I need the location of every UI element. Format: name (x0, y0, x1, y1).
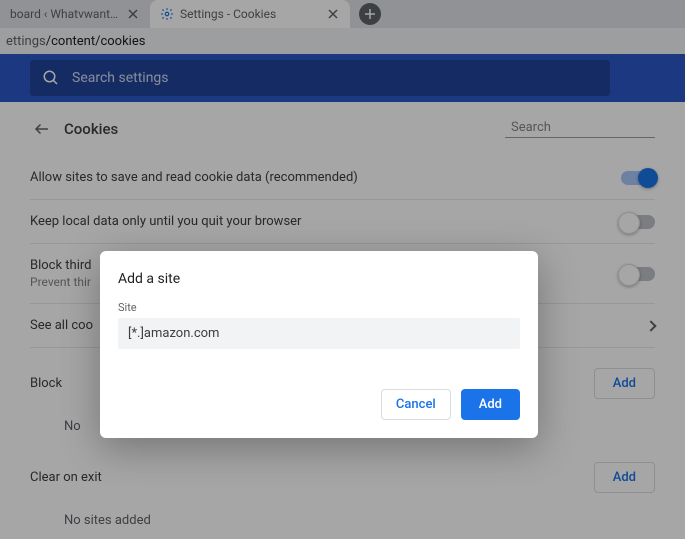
add-site-dialog: Add a site Site Cancel Add (100, 251, 538, 438)
site-input[interactable] (118, 318, 520, 349)
dialog-actions: Cancel Add (118, 389, 520, 420)
dialog-title: Add a site (118, 271, 520, 287)
dialog-field-label: Site (118, 301, 520, 314)
add-button[interactable]: Add (461, 389, 520, 420)
cancel-button[interactable]: Cancel (381, 389, 451, 420)
